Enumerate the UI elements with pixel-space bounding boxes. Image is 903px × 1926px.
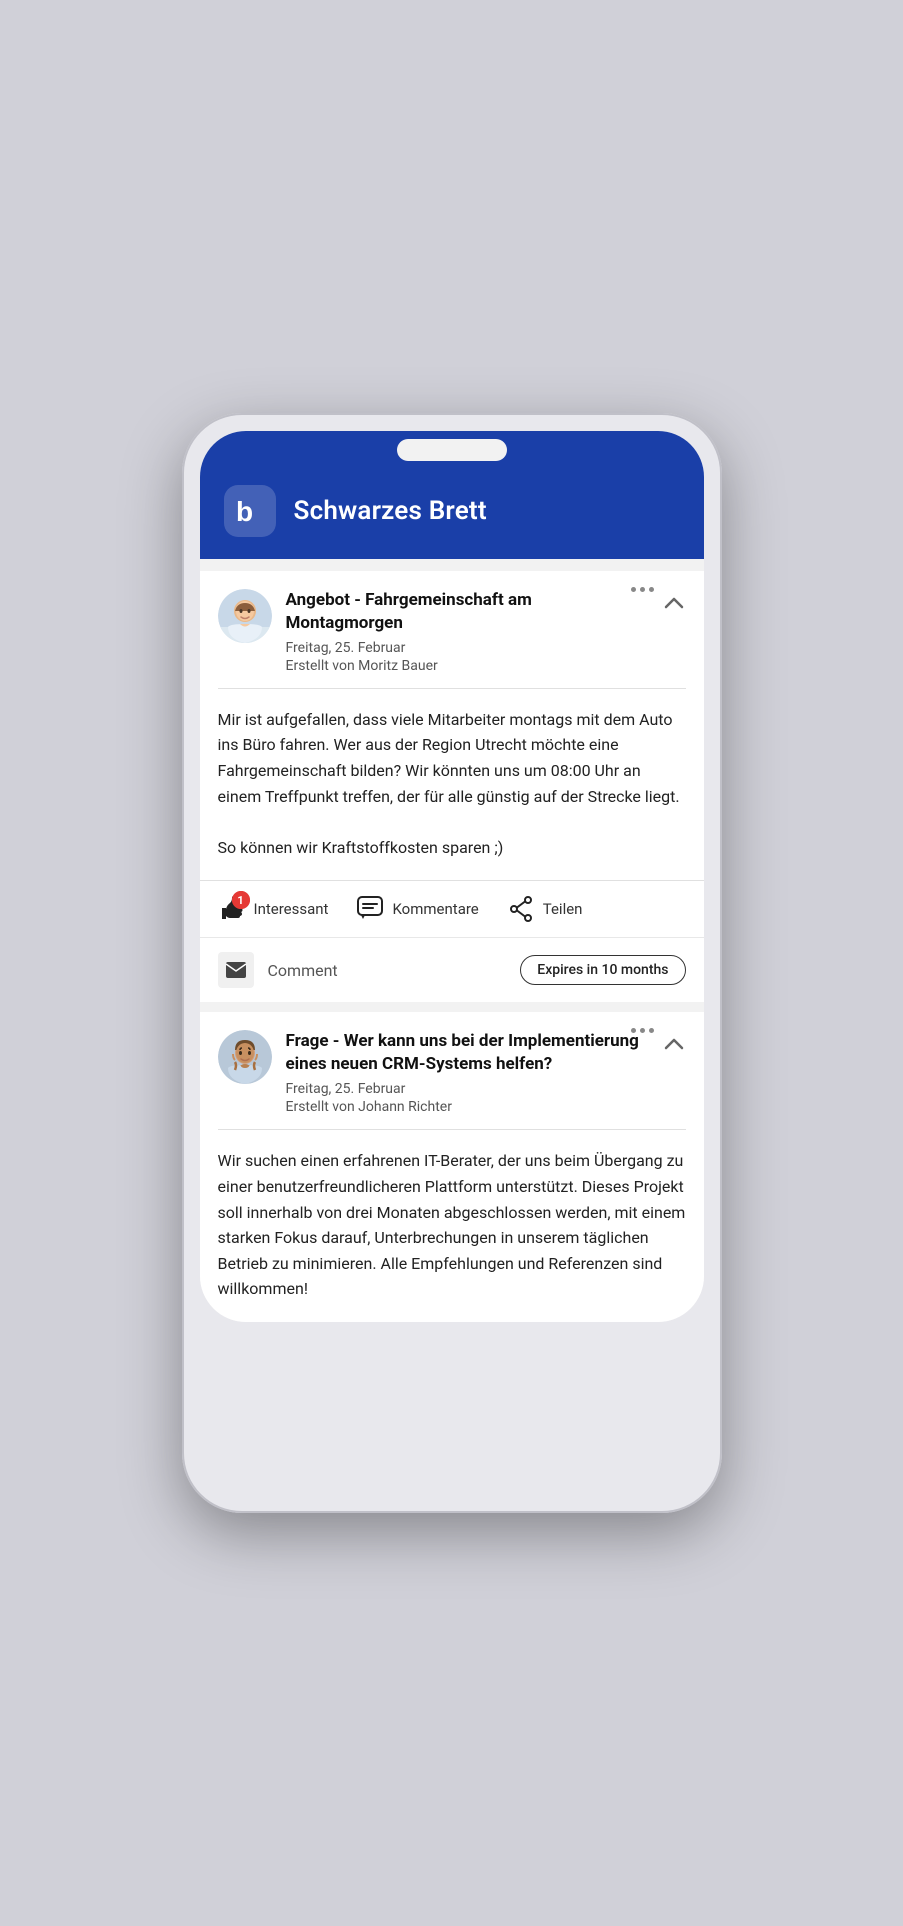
post-body-2: Wir suchen einen erfahrenen IT-Berater, … [200,1130,704,1322]
post-body-para-1: Mir ist aufgefallen, dass viele Mitarbei… [218,707,686,809]
interessant-label: Interessant [254,900,329,918]
menu-dot [640,1028,645,1033]
teilen-action[interactable]: Teilen [507,895,583,923]
kommentare-action[interactable]: Kommentare [356,895,478,923]
kommentare-label: Kommentare [392,900,478,918]
post-date-1: Freitag, 25. Februar [286,640,686,656]
interessant-action[interactable]: 1 1 Interessant [218,895,329,923]
collapse-chevron-1[interactable] [660,589,688,617]
app-header: b Schwarzes Brett [200,467,704,559]
app-title: Schwarzes Brett [294,496,487,526]
menu-dot [649,587,654,592]
share-icon [508,896,534,922]
chevron-up-icon-2 [664,1038,684,1050]
app-logo: b [224,485,276,537]
comment-bubble-icon [357,896,383,922]
mail-icon [225,961,247,979]
post-title-2: Frage - Wer kann uns bei der Implementie… [286,1030,686,1076]
phone-screen: b Schwarzes Brett [200,431,704,1322]
menu-dot [640,587,645,592]
post-footer-1: Comment Expires in 10 months [200,937,704,1002]
menu-dot [631,587,636,592]
status-bar [200,431,704,467]
post-title-1: Angebot - Fahrgemeinschaft am Montagmorg… [286,589,686,635]
post-header-2: Frage - Wer kann uns bei der Implementie… [200,1012,704,1129]
post-menu-1[interactable] [631,587,654,592]
post-author-1: Erstellt von Moritz Bauer [286,658,686,674]
share-icon-wrapper [507,895,535,923]
thumbs-up-icon-wrapper: 1 1 [218,895,246,923]
post-header-1: Angebot - Fahrgemeinschaft am Montagmorg… [200,571,704,688]
post-body-para-2: So können wir Kraftstoffkosten sparen ;) [218,835,686,861]
post-body-para-3: Wir suchen einen erfahrenen IT-Berater, … [218,1148,686,1302]
collapse-chevron-2[interactable] [660,1030,688,1058]
post-menu-2[interactable] [631,1028,654,1033]
menu-dot [631,1028,636,1033]
post-card-2: Frage - Wer kann uns bei der Implementie… [200,1012,704,1321]
post-meta-1: Angebot - Fahrgemeinschaft am Montagmorg… [286,589,686,674]
post-card-1: Angebot - Fahrgemeinschaft am Montagmorg… [200,571,704,1002]
post-meta-2: Frage - Wer kann uns bei der Implementie… [286,1030,686,1115]
svg-text:b: b [236,496,253,527]
teilen-label: Teilen [543,900,583,918]
avatar-moritz [218,589,272,643]
comment-bubble-icon-wrapper [356,895,384,923]
expires-badge: Expires in 10 months [520,955,685,985]
avatar-johann [218,1030,272,1084]
logo-icon: b [232,493,268,529]
post-date-2: Freitag, 25. Februar [286,1081,686,1097]
post-body-1: Mir ist aufgefallen, dass viele Mitarbei… [200,689,704,881]
chevron-up-icon [664,597,684,609]
phone-frame: b Schwarzes Brett [182,413,722,1513]
content-area[interactable]: Angebot - Fahrgemeinschaft am Montagmorg… [200,559,704,1322]
comment-label[interactable]: Comment [268,961,338,980]
mail-icon-wrapper [218,952,254,988]
post-author-2: Erstellt von Johann Richter [286,1099,686,1115]
post-actions-1: 1 1 Interessant [200,880,704,937]
menu-dot [649,1028,654,1033]
expires-label: Expires in 10 months [537,962,668,978]
interessant-badge: 1 [232,891,250,909]
status-pill [397,439,507,461]
